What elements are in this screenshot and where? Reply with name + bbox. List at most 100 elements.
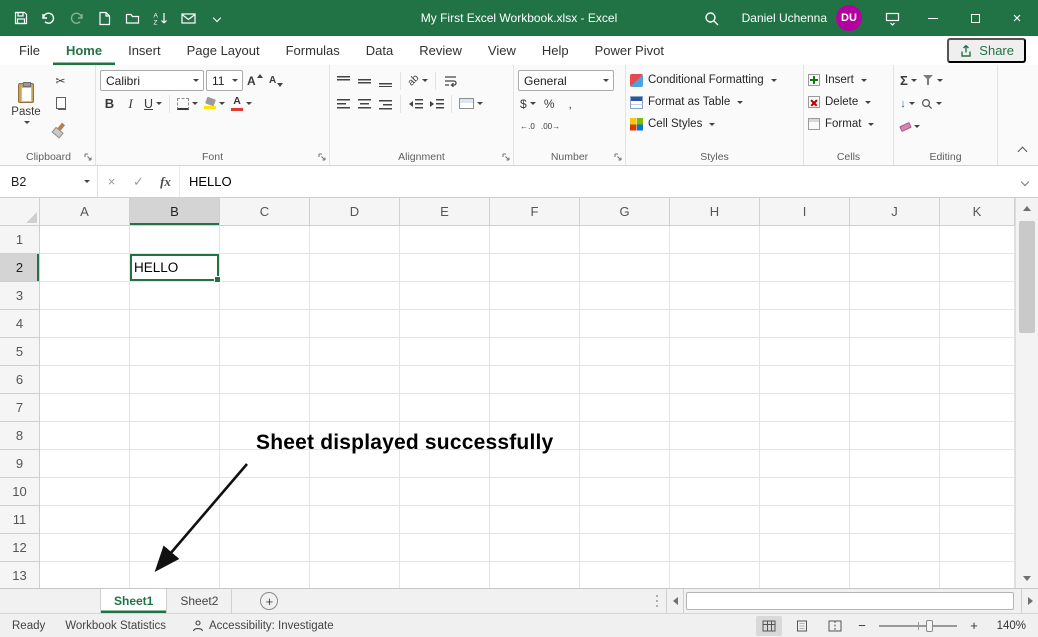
zoom-slider-thumb[interactable] (926, 620, 933, 632)
cell-D4[interactable] (310, 310, 400, 338)
row-header-12[interactable]: 12 (0, 534, 40, 562)
cell-A9[interactable] (40, 450, 130, 478)
cell-C3[interactable] (220, 282, 310, 310)
horizontal-scrollbar-thumb[interactable] (686, 592, 1014, 610)
fill-color-button[interactable] (202, 93, 227, 114)
close-button[interactable]: × (996, 0, 1038, 36)
ribbon-display-options-icon[interactable] (872, 0, 912, 36)
tab-insert[interactable]: Insert (115, 36, 174, 65)
cell-A3[interactable] (40, 282, 130, 310)
cell-J5[interactable] (850, 338, 940, 366)
row-header-13[interactable]: 13 (0, 562, 40, 588)
normal-view-button[interactable] (756, 616, 782, 636)
cell-B9[interactable] (130, 450, 220, 478)
cell-G11[interactable] (580, 506, 670, 534)
cell-A10[interactable] (40, 478, 130, 506)
page-layout-view-button[interactable] (789, 616, 815, 636)
accounting-format-button[interactable]: $ (518, 93, 538, 114)
cell-E2[interactable] (400, 254, 490, 282)
cell-C2[interactable] (220, 254, 310, 282)
cell-A6[interactable] (40, 366, 130, 394)
copy-button[interactable] (51, 93, 70, 114)
formula-input[interactable]: HELLO (179, 166, 1012, 197)
row-header-3[interactable]: 3 (0, 282, 40, 310)
cell-G2[interactable] (580, 254, 670, 282)
cell-J3[interactable] (850, 282, 940, 310)
cell-K6[interactable] (940, 366, 1015, 394)
cell-F12[interactable] (490, 534, 580, 562)
bottom-align-button[interactable] (376, 70, 395, 91)
horizontal-scrollbar[interactable] (666, 589, 1038, 613)
cell-K10[interactable] (940, 478, 1015, 506)
cell-F2[interactable] (490, 254, 580, 282)
customize-quick-access-icon[interactable] (204, 5, 229, 31)
cell-J13[interactable] (850, 562, 940, 588)
tab-view[interactable]: View (475, 36, 529, 65)
tab-data[interactable]: Data (353, 36, 406, 65)
cell-I5[interactable] (760, 338, 850, 366)
cell-B2[interactable]: HELLO (130, 254, 220, 282)
cell-B8[interactable] (130, 422, 220, 450)
cell-E5[interactable] (400, 338, 490, 366)
cell-E4[interactable] (400, 310, 490, 338)
cell-E12[interactable] (400, 534, 490, 562)
column-header-A[interactable]: A (40, 198, 130, 226)
share-button[interactable]: Share (947, 38, 1026, 63)
cell-G8[interactable] (580, 422, 670, 450)
decrease-indent-button[interactable] (406, 93, 425, 114)
cell-I4[interactable] (760, 310, 850, 338)
cell-H11[interactable] (670, 506, 760, 534)
cell-I11[interactable] (760, 506, 850, 534)
cell-G1[interactable] (580, 226, 670, 254)
tab-help[interactable]: Help (529, 36, 582, 65)
cell-F3[interactable] (490, 282, 580, 310)
zoom-level[interactable]: 140% (988, 620, 1026, 632)
comma-style-button[interactable]: , (561, 93, 580, 114)
cell-J12[interactable] (850, 534, 940, 562)
tab-page-layout[interactable]: Page Layout (174, 36, 273, 65)
tab-file[interactable]: File (6, 36, 53, 65)
row-header-10[interactable]: 10 (0, 478, 40, 506)
cell-H12[interactable] (670, 534, 760, 562)
cell-K2[interactable] (940, 254, 1015, 282)
cell-B6[interactable] (130, 366, 220, 394)
align-center-button[interactable] (355, 93, 374, 114)
accessibility-button[interactable]: Accessibility: Investigate (192, 620, 334, 632)
cell-C5[interactable] (220, 338, 310, 366)
font-size-select[interactable]: 11 (206, 70, 243, 91)
tab-power-pivot[interactable]: Power Pivot (582, 36, 677, 65)
cell-J11[interactable] (850, 506, 940, 534)
cell-D5[interactable] (310, 338, 400, 366)
cell-B1[interactable] (130, 226, 220, 254)
cell-D12[interactable] (310, 534, 400, 562)
sheet-tab-sheet2[interactable]: Sheet2 (167, 589, 232, 613)
number-dialog-launcher[interactable] (614, 153, 623, 162)
conditional-formatting-button[interactable]: Conditional Formatting (630, 70, 799, 90)
cell-K1[interactable] (940, 226, 1015, 254)
column-header-E[interactable]: E (400, 198, 490, 226)
borders-button[interactable] (175, 93, 200, 114)
cell-G9[interactable] (580, 450, 670, 478)
avatar[interactable]: DU (836, 5, 862, 31)
cell-F11[interactable] (490, 506, 580, 534)
cell-G5[interactable] (580, 338, 670, 366)
cell-K11[interactable] (940, 506, 1015, 534)
cell-K9[interactable] (940, 450, 1015, 478)
alignment-dialog-launcher[interactable] (502, 153, 511, 162)
font-color-button[interactable]: A (229, 93, 254, 114)
scroll-left-button[interactable] (666, 589, 683, 613)
cell-F13[interactable] (490, 562, 580, 588)
cancel-button[interactable]: × (98, 166, 125, 197)
new-sheet-button[interactable]: + (260, 592, 278, 610)
cell-I3[interactable] (760, 282, 850, 310)
cut-button[interactable]: ✂ (51, 70, 70, 91)
cell-D13[interactable] (310, 562, 400, 588)
column-header-C[interactable]: C (220, 198, 310, 226)
cell-I12[interactable] (760, 534, 850, 562)
cell-J6[interactable] (850, 366, 940, 394)
cell-A7[interactable] (40, 394, 130, 422)
format-cells-button[interactable]: Format (808, 114, 889, 134)
cell-C10[interactable] (220, 478, 310, 506)
new-file-icon[interactable] (92, 5, 117, 31)
scroll-right-button[interactable] (1021, 589, 1038, 613)
